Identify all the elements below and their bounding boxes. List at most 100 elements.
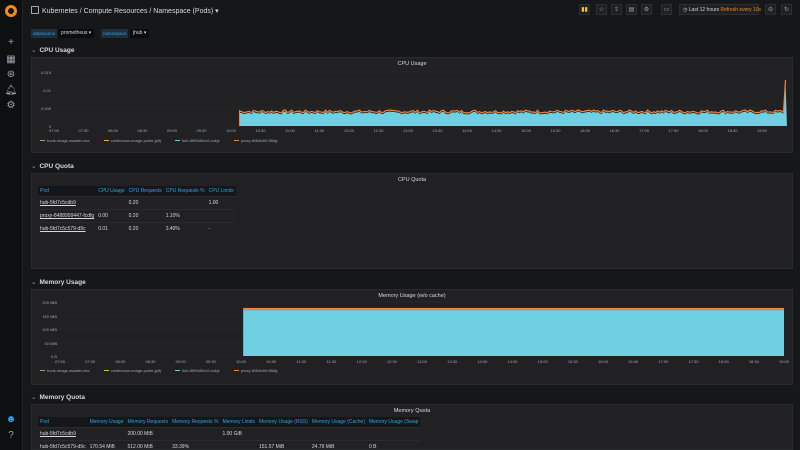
column-header[interactable]: CPU Requests <box>126 186 164 197</box>
zoom-out-icon[interactable]: ⊖ <box>765 4 776 15</box>
settings-gear-icon[interactable]: ⚙ <box>641 4 652 15</box>
x-tick-label: 15:00 <box>537 359 548 364</box>
share-icon[interactable]: ⇪ <box>611 4 622 15</box>
table-cell: - <box>206 222 236 235</box>
table-row: proxy-8488999447-fcdfg 0.00 0.20 1.10% <box>38 209 236 223</box>
table-cell <box>309 427 367 441</box>
column-header[interactable]: Pod <box>38 417 88 428</box>
legend-item[interactable]: hook-image-awaiter-bxx <box>40 368 90 373</box>
column-header[interactable]: CPU Usage <box>96 186 127 197</box>
plus-icon[interactable]: + <box>0 38 22 48</box>
column-header[interactable]: Memory Usage <box>87 417 126 428</box>
legend-label: proxy-6f46b4fd-f5kfg <box>240 368 278 373</box>
row-cpu-usage[interactable]: ⌄ CPU Usage <box>31 46 75 54</box>
table-cell[interactable]: hub-5fd7c5c579-d9c <box>38 440 88 449</box>
legend-item[interactable]: hub-5f6f4d5cc9-zxkjc <box>174 368 220 373</box>
x-tick-label: 16:30 <box>628 359 639 364</box>
refresh-icon[interactable]: ↻ <box>781 4 792 15</box>
legend-item[interactable]: continuous-image-puller-jp5j <box>103 138 161 143</box>
legend-swatch <box>103 140 109 141</box>
panel-title[interactable]: Memory Quota <box>32 408 792 414</box>
alerting-icon[interactable]: 🔔︎ <box>0 86 22 96</box>
table-cell[interactable]: hub-5fd7c5cdb9 <box>38 196 97 210</box>
column-header[interactable]: Memory Requests % <box>170 417 221 428</box>
table-cell: 0.00 <box>96 209 127 223</box>
datasource-variable-label: datasource <box>31 29 58 38</box>
save-icon[interactable]: ▤ <box>626 4 637 15</box>
help-icon[interactable]: ? <box>0 431 22 441</box>
user-icon[interactable]: ☻ <box>0 415 22 425</box>
dashboards-icon[interactable]: ▦ <box>0 55 22 65</box>
legend-item[interactable]: proxy-6f46b4fd-f5kfg <box>233 138 278 143</box>
x-tick-label: 08:00 <box>108 128 119 133</box>
table-cell <box>206 209 236 223</box>
namespace-variable-select[interactable]: jhub ▾ <box>130 29 150 38</box>
x-tick-label: 14:30 <box>507 359 518 364</box>
table-cell: 1.10% <box>163 209 207 223</box>
x-tick-label: 15:30 <box>550 128 561 133</box>
datasource-variable-select[interactable]: prometheus ▾ <box>58 29 95 38</box>
dashboard-title[interactable]: Kubernetes / Compute Resources / Namespa… <box>31 6 219 15</box>
namespace-variable-label: namespace <box>101 29 129 38</box>
row-memory-usage[interactable]: ⌄ Memory Usage <box>31 278 86 286</box>
legend-swatch <box>233 370 239 371</box>
legend-label: hub-5f6f4d5cc9-zxkjc <box>181 138 220 143</box>
x-tick-label: 09:30 <box>205 359 216 364</box>
table-cell: 200.00 MiB <box>125 427 171 441</box>
table-cell[interactable]: hub-5fd7c5c579-d9c <box>38 222 97 235</box>
row-memory-quota[interactable]: ⌄ Memory Quota <box>31 393 85 401</box>
table-row: hub-5fd7c5cdb9 0.20 1.00 <box>38 196 236 210</box>
legend-label: continuous-image-puller-jp5j <box>110 138 161 143</box>
star-icon[interactable]: ☆ <box>596 4 607 15</box>
table-cell: 3.40% <box>163 222 207 235</box>
x-tick-label: 11:30 <box>326 359 337 364</box>
row-cpu-quota[interactable]: ⌄ CPU Quota <box>31 162 74 170</box>
legend-item[interactable]: proxy-6f46b4fd-f5kfg <box>233 368 278 373</box>
grafana-logo[interactable] <box>5 5 17 17</box>
column-header[interactable]: CPU Limits <box>206 186 236 197</box>
panel-title[interactable]: CPU Quota <box>32 177 792 183</box>
table-cell[interactable]: proxy-8488999447-fcdfg <box>38 209 97 223</box>
x-tick-label: 12:30 <box>386 359 397 364</box>
legend-item[interactable]: hook-image-awaiter-bxx <box>40 138 90 143</box>
table-cell: 1.00 GiB <box>220 427 257 441</box>
x-tick-label: 17:30 <box>668 128 679 133</box>
x-tick-label: 11:00 <box>285 128 295 133</box>
explore-icon[interactable]: ⊛ <box>0 70 22 80</box>
x-tick-label: 11:00 <box>296 359 307 364</box>
legend-item[interactable]: hub-5f6f4d5cc9-zxkjc <box>174 138 220 143</box>
legend-label: hub-5f6f4d5cc9-zxkjc <box>181 368 220 373</box>
table-cell: 0.20 <box>126 209 164 223</box>
legend-label: proxy-6f46b4fd-f5kfg <box>240 138 278 143</box>
legend-label: continuous-image-puller-jp5j <box>110 368 161 373</box>
panel-add-icon[interactable]: ▮▮ <box>579 4 590 15</box>
column-header[interactable]: Pod <box>38 186 97 197</box>
time-picker[interactable]: ◷ Last 12 hours Refresh every 10s <box>679 4 761 15</box>
table-cell[interactable]: hub-5fd7c5cdb9 <box>38 427 88 441</box>
table-cell <box>170 427 221 441</box>
legend-item[interactable]: continuous-image-puller-jp5j <box>103 368 161 373</box>
memory-series-proxy <box>243 307 784 311</box>
x-tick-label: 18:00 <box>698 128 709 133</box>
memory-series-hub <box>243 310 784 356</box>
column-header[interactable]: Memory Limits <box>220 417 257 428</box>
table-cell <box>87 427 126 441</box>
x-tick-label: 09:00 <box>167 128 178 133</box>
dashboard-grid-icon <box>31 6 39 14</box>
chevron-down-icon: ⌄ <box>31 279 37 286</box>
column-header[interactable]: CPU Requests % <box>163 186 207 197</box>
column-header[interactable]: Memory Usage (RSS) <box>257 417 310 428</box>
column-header[interactable]: Memory Usage (Cache) <box>309 417 367 428</box>
cpu-legend: hook-image-awaiter-bxx continuous-image-p… <box>40 138 291 143</box>
tv-mode-icon[interactable]: ▭ <box>661 4 672 15</box>
table-cell: 151.57 MiB <box>257 440 310 449</box>
table-cell: 0.01 <box>96 222 127 235</box>
x-tick-label: 07:30 <box>85 359 96 364</box>
column-header[interactable]: Memory Usage (Swap <box>366 417 421 428</box>
legend-swatch <box>40 140 45 141</box>
gear-icon[interactable]: ⚙︎ <box>0 101 22 111</box>
table-row: hub-5fd7c5c579-d9c 170.54 MiB 512.00 MiB 33… <box>38 440 421 449</box>
column-header[interactable]: Memory Requests <box>125 417 171 428</box>
legend-label: hook-image-awaiter-bxx <box>47 138 90 143</box>
table-cell: 0.20 <box>126 222 164 235</box>
